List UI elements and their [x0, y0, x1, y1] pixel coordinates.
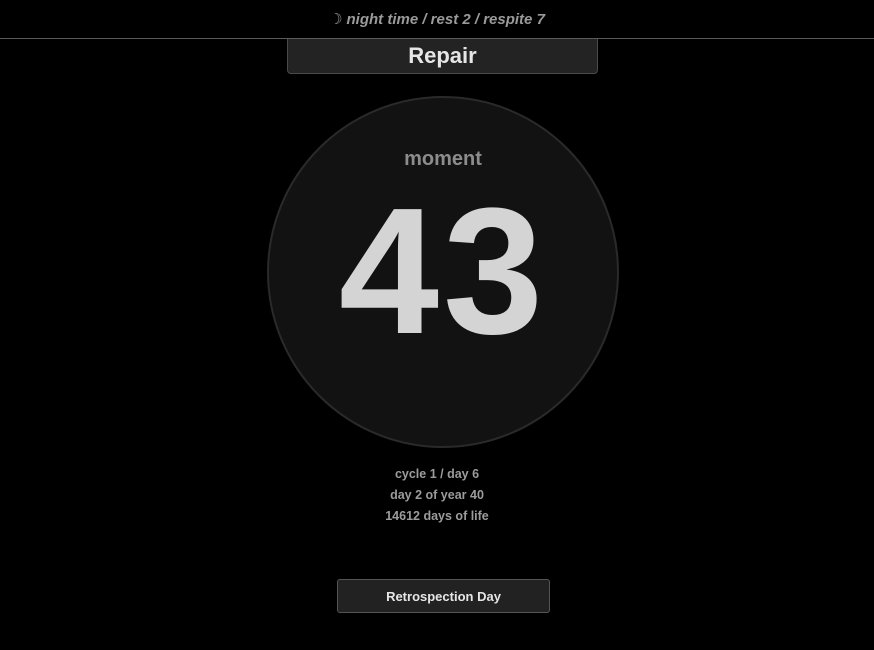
year-info: day 2 of year 40: [390, 488, 484, 502]
moon-icon: ☽: [329, 11, 343, 28]
header-status-bar: ☽ night time / rest 2 / respite 7: [0, 0, 874, 39]
dial-value: 43: [338, 171, 548, 372]
retrospection-day-button[interactable]: Retrospection Day: [337, 579, 550, 613]
dial-label: moment: [404, 148, 482, 170]
header-status-text: night time / rest 2 / respite 7: [346, 10, 545, 28]
life-info: 14612 days of life: [385, 509, 489, 523]
page-title: Repair: [287, 39, 598, 74]
moment-dial: moment 43: [267, 96, 619, 448]
cycle-info: cycle 1 / day 6: [394, 467, 480, 481]
